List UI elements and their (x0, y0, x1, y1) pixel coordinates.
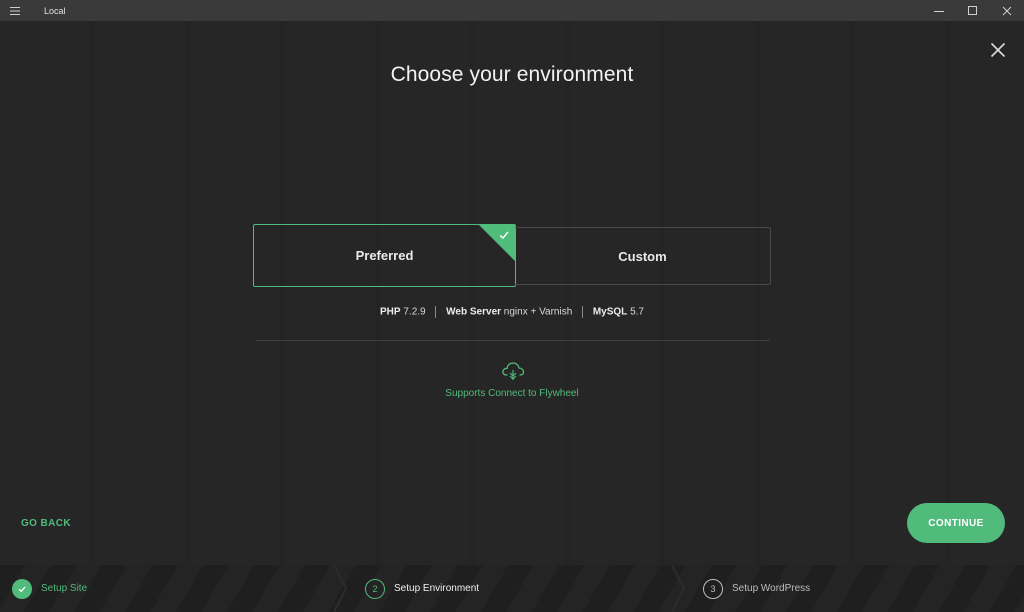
continue-button-label: CONTINUE (928, 517, 984, 529)
preferred-option-label: Preferred (355, 248, 414, 263)
step-label: Setup WordPress (732, 583, 811, 594)
app-window: Local Choose your environment Preferred … (0, 0, 1024, 612)
custom-option-label: Custom (618, 248, 667, 264)
spec-mysql-value: 5.7 (630, 306, 644, 318)
close-x-icon[interactable] (988, 40, 1008, 60)
custom-option[interactable]: Custom (515, 227, 771, 285)
spec-php-value: 7.2.9 (403, 306, 426, 318)
step-setup-site[interactable]: Setup Site (12, 565, 87, 612)
spec-php-key: PHP (380, 306, 401, 318)
step-number: 2 (365, 578, 385, 599)
spec-mysql-key: MySQL (592, 306, 628, 318)
check-icon (499, 231, 509, 239)
step-label: Setup Site (41, 583, 88, 594)
background-stripes (0, 21, 1024, 565)
continue-button[interactable]: CONTINUE (907, 503, 1005, 543)
step-setup-environment[interactable]: 2 Setup Environment (365, 565, 479, 612)
step-divider (333, 565, 348, 612)
maximize-icon[interactable] (956, 0, 990, 21)
hamburger-menu-icon[interactable] (0, 0, 30, 21)
page-title: Choose your environment (390, 63, 634, 86)
app-title: Local (44, 5, 66, 16)
spec-separator (435, 306, 437, 318)
step-divider (671, 565, 686, 612)
go-back-button[interactable]: GO BACK (21, 518, 71, 529)
flywheel-support-text: Supports Connect to Flywheel (445, 388, 579, 399)
step-number: 3 (703, 578, 723, 599)
title-bar: Local (0, 0, 1024, 21)
spec-webserver-key: Web Server (446, 306, 502, 318)
window-controls (922, 0, 1024, 21)
stepper-stripes (0, 565, 1024, 612)
divider (256, 340, 770, 341)
close-icon[interactable] (990, 0, 1024, 21)
step-setup-wordpress[interactable]: 3 Setup WordPress (703, 565, 810, 612)
step-label: Setup Environment (394, 583, 480, 594)
environment-options: Preferred Custom (253, 224, 771, 287)
spec-separator (582, 306, 584, 318)
cloud-flywheel-icon (502, 362, 525, 380)
setup-stepper: Setup Site 2 Setup Environment 3 Setup W… (0, 565, 1024, 612)
preferred-option[interactable]: Preferred (253, 224, 516, 287)
step-complete-check-icon (12, 578, 32, 599)
minimize-icon[interactable] (922, 0, 956, 21)
spec-webserver-value: nginx + Varnish (503, 306, 573, 318)
environment-specs: PHP 7.2.9 Web Server nginx + Varnish MyS… (0, 306, 1024, 318)
